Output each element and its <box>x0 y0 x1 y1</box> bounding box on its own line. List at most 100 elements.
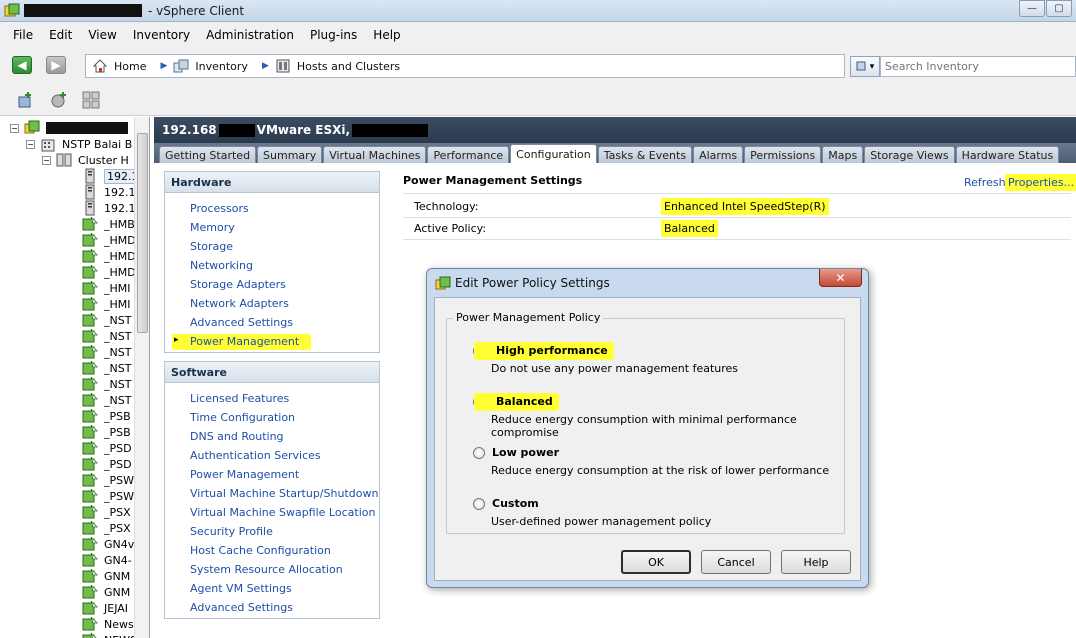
tree-scrollbar[interactable] <box>134 117 149 638</box>
tree-item[interactable]: _PSD <box>82 456 132 472</box>
ok-button[interactable]: OK <box>621 550 691 574</box>
tree-item[interactable]: _NST <box>82 312 131 328</box>
tree-item[interactable]: _HMD <box>82 232 136 248</box>
tree-item[interactable]: _PSW <box>82 472 134 488</box>
add-host-icon[interactable] <box>16 91 34 109</box>
software-link-power-management[interactable]: Power Management <box>190 468 299 481</box>
tree-item[interactable]: News <box>82 616 134 632</box>
menu-file[interactable]: File <box>10 26 36 44</box>
tree-item[interactable]: _NST <box>82 392 131 408</box>
hardware-link-storage-adapters[interactable]: Storage Adapters <box>190 278 286 291</box>
hardware-link-storage[interactable]: Storage <box>190 240 233 253</box>
radio-low-power[interactable] <box>473 447 485 459</box>
software-link-virtual-machine-swapfile-location[interactable]: Virtual Machine Swapfile Location <box>190 506 375 519</box>
hardware-link-network-adapters[interactable]: Network Adapters <box>190 297 289 310</box>
tree-item[interactable]: _PSW <box>82 488 134 504</box>
software-link-authentication-services[interactable]: Authentication Services <box>190 449 321 462</box>
menu-inventory[interactable]: Inventory <box>130 26 193 44</box>
tree-item[interactable]: GN4- <box>82 552 132 568</box>
tree-root[interactable]: − <box>10 120 128 136</box>
cancel-button[interactable]: Cancel <box>701 550 771 574</box>
tree-item[interactable]: _HMD <box>82 248 136 264</box>
software-link-dns-and-routing[interactable]: DNS and Routing <box>190 430 284 443</box>
tree-item[interactable]: 192.1 <box>82 200 136 216</box>
minimize-button[interactable]: — <box>1019 0 1045 17</box>
tree-item[interactable]: NEWS <box>82 632 137 638</box>
search-input[interactable] <box>880 56 1076 77</box>
tab-permissions[interactable]: Permissions <box>744 146 822 163</box>
tree-item[interactable]: _HMB <box>82 216 135 232</box>
software-link-host-cache-configuration[interactable]: Host Cache Configuration <box>190 544 331 557</box>
search-scope-dropdown[interactable]: ▾ <box>850 56 880 77</box>
collapse-icon[interactable]: − <box>26 139 35 149</box>
software-link-virtual-machine-startup-shutdown[interactable]: Virtual Machine Startup/Shutdown <box>190 487 378 500</box>
tree-item[interactable]: _PSD <box>82 440 132 456</box>
tree-item[interactable]: GN4v <box>82 536 134 552</box>
tree-scrollbar-thumb[interactable] <box>137 133 148 333</box>
breadcrumb-inventory[interactable]: Inventory <box>173 58 248 74</box>
new-vm-icon[interactable] <box>50 91 68 109</box>
collapse-icon[interactable]: − <box>42 155 51 165</box>
hardware-link-power-management[interactable]: ▸ Power Management <box>172 334 312 350</box>
software-link-advanced-settings[interactable]: Advanced Settings <box>190 601 293 614</box>
menu-administration[interactable]: Administration <box>203 26 297 44</box>
tree-item[interactable]: _PSB <box>82 424 131 440</box>
refresh-link[interactable]: Refresh <box>964 176 1006 189</box>
tab-maps[interactable]: Maps <box>822 146 864 163</box>
collapse-icon[interactable]: − <box>10 123 19 133</box>
tab-configuration[interactable]: Configuration <box>510 144 597 163</box>
tab-summary[interactable]: Summary <box>257 146 323 163</box>
tree-item[interactable]: _HMI <box>82 280 131 296</box>
dialog-close-button[interactable]: ✕ <box>819 269 862 287</box>
tab-performance[interactable]: Performance <box>427 146 510 163</box>
menu-view[interactable]: View <box>85 26 119 44</box>
software-link-agent-vm-settings[interactable]: Agent VM Settings <box>190 582 292 595</box>
tree-item[interactable]: _HMI <box>82 296 131 312</box>
tree-item[interactable]: JEJAI <box>82 600 128 616</box>
tab-getting-started[interactable]: Getting Started <box>159 146 257 163</box>
maximize-button[interactable]: ▢ <box>1046 0 1072 17</box>
tree-item[interactable]: _PSX <box>82 504 131 520</box>
tree-item[interactable]: 192.1 <box>82 168 142 184</box>
tab-virtual-machines[interactable]: Virtual Machines <box>323 146 427 163</box>
software-link-licensed-features[interactable]: Licensed Features <box>190 392 289 405</box>
hardware-link-networking[interactable]: Networking <box>190 259 253 272</box>
tree-item[interactable]: − NSTP Balai B <box>26 136 132 152</box>
tree-item[interactable]: _PSX <box>82 520 131 536</box>
tree-item[interactable]: _NST <box>82 328 131 344</box>
menu-edit[interactable]: Edit <box>46 26 75 44</box>
tree-item[interactable]: _NST <box>82 360 131 376</box>
back-button[interactable]: ◀ <box>12 56 32 74</box>
radio-custom[interactable] <box>473 498 485 510</box>
breadcrumb-hosts-clusters[interactable]: Hosts and Clusters <box>275 58 400 74</box>
option-high-performance-title[interactable]: High performance <box>474 342 614 360</box>
option-custom-title[interactable]: Custom <box>492 497 539 510</box>
hardware-link-processors[interactable]: Processors <box>190 202 249 215</box>
hardware-link-advanced-settings[interactable]: Advanced Settings <box>190 316 293 329</box>
cluster-icon[interactable] <box>82 91 100 109</box>
option-low-power-title[interactable]: Low power <box>492 446 559 459</box>
tree-item[interactable]: 192.1 <box>82 184 136 200</box>
hardware-link-memory[interactable]: Memory <box>190 221 235 234</box>
forward-button[interactable]: ▶ <box>46 56 66 74</box>
software-link-security-profile[interactable]: Security Profile <box>190 525 273 538</box>
tree-item[interactable]: GNM <box>82 584 130 600</box>
tree-item[interactable]: _HMD <box>82 264 136 280</box>
tree-item[interactable]: _NST <box>82 376 131 392</box>
tree-item[interactable]: − Cluster H <box>42 152 129 168</box>
software-link-system-resource-allocation[interactable]: System Resource Allocation <box>190 563 343 576</box>
breadcrumb-home[interactable]: Home <box>92 58 146 74</box>
tab-hardware-status[interactable]: Hardware Status <box>955 146 1060 163</box>
tab-tasks-events[interactable]: Tasks & Events <box>597 146 693 163</box>
software-link-time-configuration[interactable]: Time Configuration <box>190 411 295 424</box>
tree-item[interactable]: _NST <box>82 344 131 360</box>
tab-storage-views[interactable]: Storage Views <box>864 146 955 163</box>
tree-item[interactable]: _PSB <box>82 408 131 424</box>
properties-link[interactable]: Properties... <box>1005 174 1076 191</box>
option-balanced-title[interactable]: Balanced <box>474 393 559 411</box>
menu-help[interactable]: Help <box>370 26 403 44</box>
help-button[interactable]: Help <box>781 550 851 574</box>
tab-alarms[interactable]: Alarms <box>693 146 744 163</box>
tree-item[interactable]: GNM <box>82 568 130 584</box>
menu-plugins[interactable]: Plug-ins <box>307 26 360 44</box>
